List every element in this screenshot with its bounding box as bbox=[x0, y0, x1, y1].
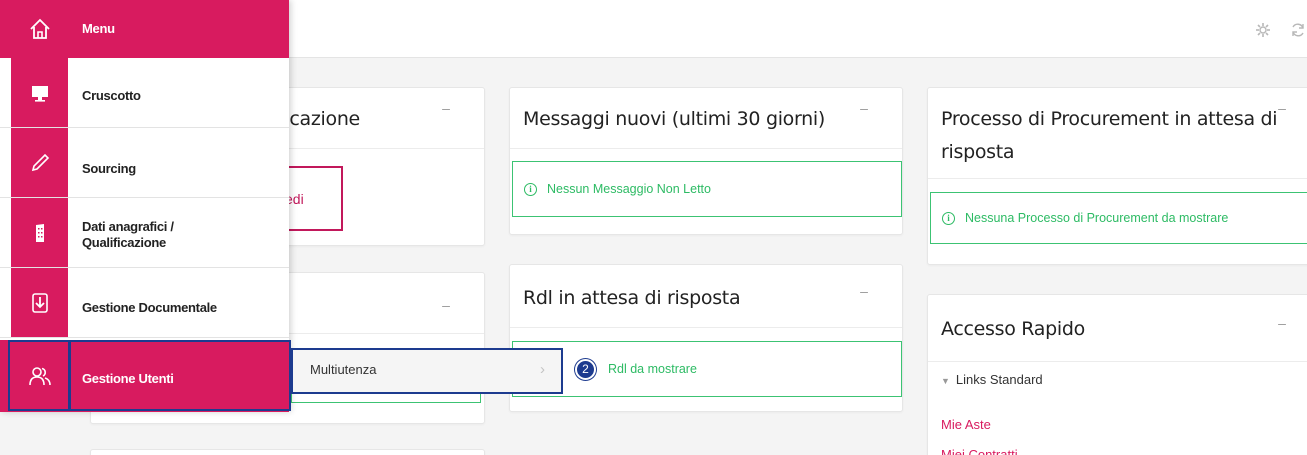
menu-item-dati-anagrafici[interactable]: Dati anagrafici / Qualificazione bbox=[0, 198, 289, 268]
menu-item-label: Cruscotto bbox=[82, 88, 141, 103]
gear-icon[interactable] bbox=[1255, 22, 1271, 38]
menu-item-label: Gestione Documentale bbox=[82, 300, 217, 315]
card-accesso-rapido: Accesso Rapido – ▼ Links Standard Mie Ast… bbox=[927, 294, 1307, 455]
divider bbox=[928, 178, 1307, 179]
menu-item-label: Sourcing bbox=[82, 161, 136, 176]
app-viewport: ificazione – edi – Messaggi nuovi (ultim… bbox=[0, 0, 1307, 455]
minimize-button[interactable]: – bbox=[441, 101, 451, 115]
card-title: Messaggi nuovi (ultimi 30 giorni) bbox=[523, 108, 826, 130]
card-title-line1: Processo di Procurement in attesa di bbox=[941, 108, 1278, 130]
submenu-label: Multiutenza bbox=[310, 362, 377, 377]
notice-no-procurement: i Nessuna Processo di Procurement da mos… bbox=[930, 192, 1307, 244]
divider bbox=[510, 327, 902, 328]
refresh-icon[interactable] bbox=[1290, 22, 1306, 38]
card-procurement: Processo di Procurement in attesa di ris… bbox=[927, 87, 1307, 265]
menu-item-label-line2: Qualificazione bbox=[82, 235, 166, 250]
card-messaggi: Messaggi nuovi (ultimi 30 giorni) – i Ne… bbox=[509, 87, 903, 235]
notice-no-rdl: Rdl da mostrare bbox=[512, 341, 902, 397]
chevron-right-icon: › bbox=[540, 361, 545, 378]
links-group[interactable]: ▼ Links Standard bbox=[941, 372, 1043, 387]
card-bottom bbox=[90, 449, 485, 455]
building-icon bbox=[11, 198, 68, 267]
card-title: Accesso Rapido bbox=[941, 318, 1085, 340]
notice-text: Nessuna Processo di Procurement da mostr… bbox=[965, 211, 1229, 225]
notice-no-messages: i Nessun Messaggio Non Letto bbox=[512, 161, 902, 217]
divider bbox=[510, 148, 902, 149]
menu-item-sourcing[interactable]: Sourcing bbox=[0, 128, 289, 198]
pencil-icon bbox=[11, 128, 68, 197]
home-icon bbox=[11, 0, 68, 58]
card-rdl: Rdl in attesa di risposta – Rdl da mostr… bbox=[509, 264, 903, 412]
step-badge: 2 bbox=[575, 359, 596, 380]
menu-item-gestione-utenti[interactable]: Gestione Utenti bbox=[0, 340, 289, 412]
submenu-multiutenza[interactable]: Multiutenza › bbox=[291, 348, 563, 394]
minimize-button[interactable]: – bbox=[859, 101, 869, 115]
side-menu: Menu Cruscotto Sourcing Dati anagrafici … bbox=[0, 0, 289, 412]
menu-item-label: Gestione Utenti bbox=[82, 371, 174, 386]
menu-item-label: Dati anagrafici / bbox=[82, 219, 174, 234]
caret-down-icon: ▼ bbox=[941, 376, 950, 386]
menu-header[interactable]: Menu bbox=[0, 0, 289, 58]
minimize-button[interactable]: – bbox=[441, 298, 451, 312]
notice-text: Nessun Messaggio Non Letto bbox=[547, 182, 711, 196]
info-icon: i bbox=[524, 182, 537, 196]
card-title-line2: risposta bbox=[941, 141, 1015, 163]
menu-item-gestione-documentale[interactable]: Gestione Documentale bbox=[0, 268, 289, 338]
divider bbox=[928, 361, 1307, 362]
link-miei-contratti[interactable]: Miei Contratti bbox=[941, 447, 1018, 455]
users-icon bbox=[11, 340, 68, 412]
minimize-button[interactable]: – bbox=[859, 284, 869, 298]
menu-item-cruscotto[interactable]: Cruscotto bbox=[0, 58, 289, 128]
card-title: Rdl in attesa di risposta bbox=[523, 287, 741, 309]
minimize-button[interactable]: – bbox=[1277, 316, 1287, 330]
link-mie-aste[interactable]: Mie Aste bbox=[941, 417, 991, 432]
notice-text: Rdl da mostrare bbox=[608, 362, 697, 376]
menu-header-label: Menu bbox=[82, 21, 115, 36]
document-download-icon bbox=[11, 268, 68, 337]
minimize-button[interactable]: – bbox=[1277, 101, 1287, 115]
links-group-label: Links Standard bbox=[955, 372, 1043, 387]
info-icon: i bbox=[942, 211, 955, 225]
monitor-icon bbox=[11, 58, 68, 127]
